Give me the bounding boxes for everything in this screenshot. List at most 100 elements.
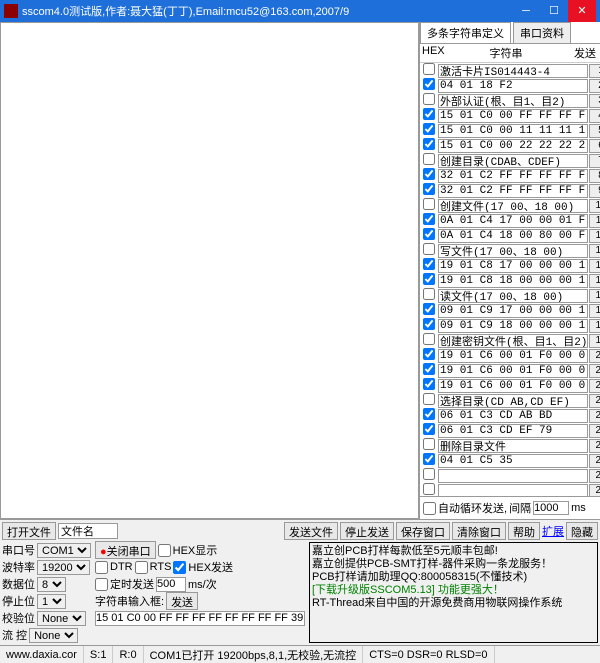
- stopbits-select[interactable]: 1: [37, 594, 66, 609]
- string-field[interactable]: [438, 274, 588, 288]
- string-field[interactable]: [438, 154, 588, 168]
- output-area[interactable]: [0, 22, 419, 519]
- send-row-button[interactable]: 16: [589, 289, 600, 303]
- send-row-button[interactable]: 20: [589, 349, 600, 363]
- string-field[interactable]: [438, 184, 588, 198]
- hex-checkbox[interactable]: [423, 123, 435, 135]
- hex-checkbox[interactable]: [423, 288, 435, 300]
- tab-port-info[interactable]: 串口资料: [513, 22, 571, 43]
- string-field[interactable]: [438, 244, 588, 258]
- hex-checkbox[interactable]: [423, 348, 435, 360]
- hide-button[interactable]: 隐藏: [566, 522, 598, 540]
- hex-checkbox[interactable]: [423, 228, 435, 240]
- string-field[interactable]: [438, 304, 588, 318]
- send-row-button[interactable]: 15: [589, 274, 600, 288]
- rts-checkbox[interactable]: [135, 561, 148, 574]
- hex-checkbox[interactable]: [423, 153, 435, 165]
- hex-checkbox[interactable]: [423, 138, 435, 150]
- timed-checkbox[interactable]: [95, 578, 108, 591]
- string-field[interactable]: [438, 169, 588, 183]
- send-row-button[interactable]: 14: [589, 259, 600, 273]
- hex-checkbox[interactable]: [423, 183, 435, 195]
- send-row-button[interactable]: 22: [589, 379, 600, 393]
- string-field[interactable]: [438, 139, 588, 153]
- hex-checkbox[interactable]: [423, 168, 435, 180]
- send-row-button[interactable]: 27: [589, 454, 600, 468]
- hex-checkbox[interactable]: [423, 378, 435, 390]
- maximize-button[interactable]: ☐: [540, 0, 568, 22]
- hexsend-checkbox[interactable]: [173, 561, 186, 574]
- send-row-button[interactable]: 9: [589, 184, 600, 198]
- send-row-button[interactable]: 17: [589, 304, 600, 318]
- send-row-button[interactable]: 5: [589, 124, 600, 138]
- string-field[interactable]: [438, 319, 588, 333]
- hex-checkbox[interactable]: [423, 423, 435, 435]
- send-row-button[interactable]: 18: [589, 319, 600, 333]
- string-field[interactable]: [438, 334, 588, 348]
- string-field[interactable]: [438, 109, 588, 123]
- close-port-button[interactable]: ●关闭串口: [95, 541, 156, 559]
- string-field[interactable]: [438, 484, 588, 497]
- send-row-button[interactable]: 3: [589, 94, 600, 108]
- send-row-button[interactable]: 7: [589, 154, 600, 168]
- send-row-button[interactable]: 11: [589, 214, 600, 228]
- databits-select[interactable]: 8: [37, 577, 66, 592]
- hex-checkbox[interactable]: [423, 333, 435, 345]
- send-row-button[interactable]: 28: [589, 469, 600, 483]
- open-file-button[interactable]: 打开文件: [2, 522, 56, 540]
- send-row-button[interactable]: 29: [589, 484, 600, 497]
- baud-select[interactable]: 19200: [37, 560, 90, 575]
- send-file-button[interactable]: 发送文件: [284, 522, 338, 540]
- hex-checkbox[interactable]: [423, 243, 435, 255]
- hex-checkbox[interactable]: [423, 438, 435, 450]
- send-button[interactable]: 发送: [166, 592, 198, 610]
- hex-checkbox[interactable]: [423, 393, 435, 405]
- clear-window-button[interactable]: 清除窗口: [452, 522, 506, 540]
- string-field[interactable]: [438, 454, 588, 468]
- send-row-button[interactable]: 24: [589, 409, 600, 423]
- hex-checkbox[interactable]: [423, 303, 435, 315]
- string-field[interactable]: [438, 229, 588, 243]
- close-button[interactable]: ✕: [568, 0, 596, 22]
- extend-link[interactable]: 扩展: [542, 523, 564, 539]
- hex-checkbox[interactable]: [423, 468, 435, 480]
- string-field[interactable]: [438, 289, 588, 303]
- string-field[interactable]: [438, 394, 588, 408]
- timed-input[interactable]: [156, 577, 186, 592]
- hex-checkbox[interactable]: [423, 318, 435, 330]
- filename-input[interactable]: [58, 523, 118, 539]
- string-field[interactable]: [438, 259, 588, 273]
- send-row-button[interactable]: 21: [589, 364, 600, 378]
- send-row-button[interactable]: 25: [589, 424, 600, 438]
- string-field[interactable]: [438, 94, 588, 108]
- string-input[interactable]: [95, 611, 305, 626]
- hex-checkbox[interactable]: [423, 408, 435, 420]
- hex-checkbox[interactable]: [423, 93, 435, 105]
- help-button[interactable]: 帮助: [508, 522, 540, 540]
- string-field[interactable]: [438, 349, 588, 363]
- hex-checkbox[interactable]: [423, 63, 435, 75]
- string-field[interactable]: [438, 214, 588, 228]
- string-field[interactable]: [438, 379, 588, 393]
- string-field[interactable]: [438, 439, 588, 453]
- parity-select[interactable]: None: [37, 611, 86, 626]
- hex-checkbox[interactable]: [423, 483, 435, 495]
- string-field[interactable]: [438, 79, 588, 93]
- send-row-button[interactable]: 6: [589, 139, 600, 153]
- hex-checkbox[interactable]: [423, 273, 435, 285]
- port-select[interactable]: COM1: [37, 543, 91, 558]
- send-row-button[interactable]: 8: [589, 169, 600, 183]
- send-row-button[interactable]: 23: [589, 394, 600, 408]
- string-field[interactable]: [438, 409, 588, 423]
- hex-checkbox[interactable]: [423, 453, 435, 465]
- string-field[interactable]: [438, 424, 588, 438]
- save-window-button[interactable]: 保存窗口: [396, 522, 450, 540]
- hex-checkbox[interactable]: [423, 108, 435, 120]
- stop-send-button[interactable]: 停止发送: [340, 522, 394, 540]
- send-row-button[interactable]: 10: [589, 199, 600, 213]
- string-field[interactable]: [438, 469, 588, 483]
- send-row-button[interactable]: 4: [589, 109, 600, 123]
- hex-checkbox[interactable]: [423, 198, 435, 210]
- flow-select[interactable]: None: [29, 628, 78, 643]
- send-row-button[interactable]: 2: [589, 79, 600, 93]
